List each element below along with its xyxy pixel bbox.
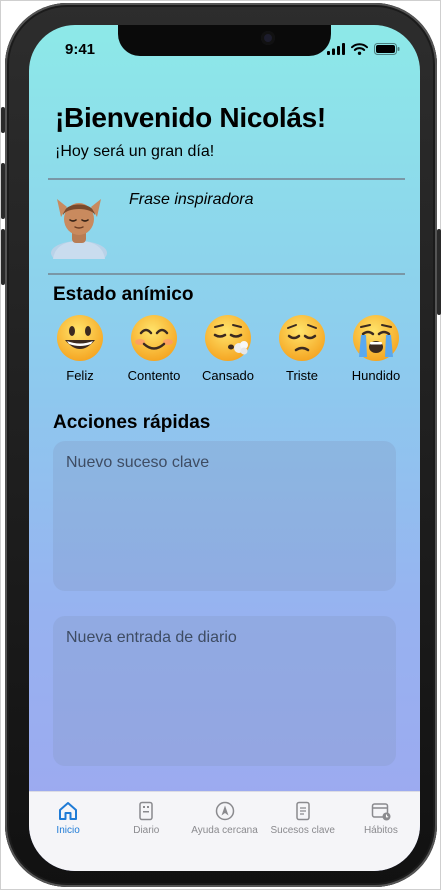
power-button [437,229,441,315]
volume-up-button [1,163,5,219]
crying-face-emoji [353,315,399,361]
mood-label: Contento [127,368,181,383]
tab-label: Ayuda cercana [191,825,258,836]
quick-actions-title: Acciones rápidas [53,412,211,433]
tab-label: Diario [133,825,160,836]
divider-top [48,178,405,180]
mood-label: Triste [285,368,319,383]
tab-diario[interactable]: Diario [107,792,185,871]
mood-label: Feliz [66,368,94,383]
app-screen: 9:41 ¡Bienvenido Nicolás! ¡Hoy será un g… [29,25,420,871]
mood-label: Cansado [201,368,255,383]
tab-habitos[interactable]: Hábitos [342,792,420,871]
journal-icon [139,801,154,821]
tab-ayuda-cercana[interactable]: Ayuda cercana [185,792,263,871]
mood-option-feliz[interactable]: Feliz [43,313,117,383]
new-key-event-card[interactable]: Nuevo suceso clave [53,441,396,591]
pensive-face-emoji [279,315,325,361]
mood-section-title: Estado anímico [53,284,194,305]
new-key-event-label: Nuevo suceso clave [66,454,210,471]
screenshot-frame: 9:41 ¡Bienvenido Nicolás! ¡Hoy será un g… [0,0,441,890]
mood-option-hundido[interactable]: Hundido [339,313,413,383]
compass-icon [215,801,234,821]
status-time: 9:41 [65,41,96,58]
divider-bottom [48,273,405,275]
tab-label: Sucesos clave [270,825,335,836]
tab-sucesos-clave[interactable]: Sucesos clave [264,792,342,871]
page-title: ¡Bienvenido Nicolás! [55,102,326,133]
smiling-face-emoji [131,315,177,361]
tab-bar: Inicio Diario Ayuda cercana Sucesos clav… [29,791,420,871]
signal-icon [327,43,345,55]
tab-label: Inicio [56,825,80,836]
wifi-icon [351,43,368,55]
mute-switch [1,107,5,133]
phone-body: 9:41 ¡Bienvenido Nicolás! ¡Hoy será un g… [1,3,441,887]
page-subtitle: ¡Hoy será un gran día! [55,143,215,160]
inspirational-quote: Frase inspiradora [129,191,254,208]
new-journal-entry-label: Nueva entrada de diario [66,629,237,646]
tab-inicio[interactable]: Inicio [29,792,107,871]
new-journal-entry-card[interactable]: Nueva entrada de diario [53,616,396,766]
volume-down-button [1,229,5,285]
battery-icon [374,43,400,55]
tab-label: Hábitos [363,825,398,836]
notch [118,25,331,56]
grinning-face-emoji [57,315,103,361]
person-meditating-emoji [51,199,107,259]
camera-icon [261,31,275,45]
document-icon [295,801,310,821]
house-icon [59,802,78,820]
tired-exhaling-face-emoji [205,315,251,361]
calendar-icon [371,803,391,821]
mood-selector: Feliz Contento Cansado Triste Hundido [43,313,413,383]
status-indicators [327,43,400,55]
mood-option-triste[interactable]: Triste [265,313,339,383]
mood-label: Hundido [351,368,401,383]
mood-option-cansado[interactable]: Cansado [191,313,265,383]
mood-option-contento[interactable]: Contento [117,313,191,383]
